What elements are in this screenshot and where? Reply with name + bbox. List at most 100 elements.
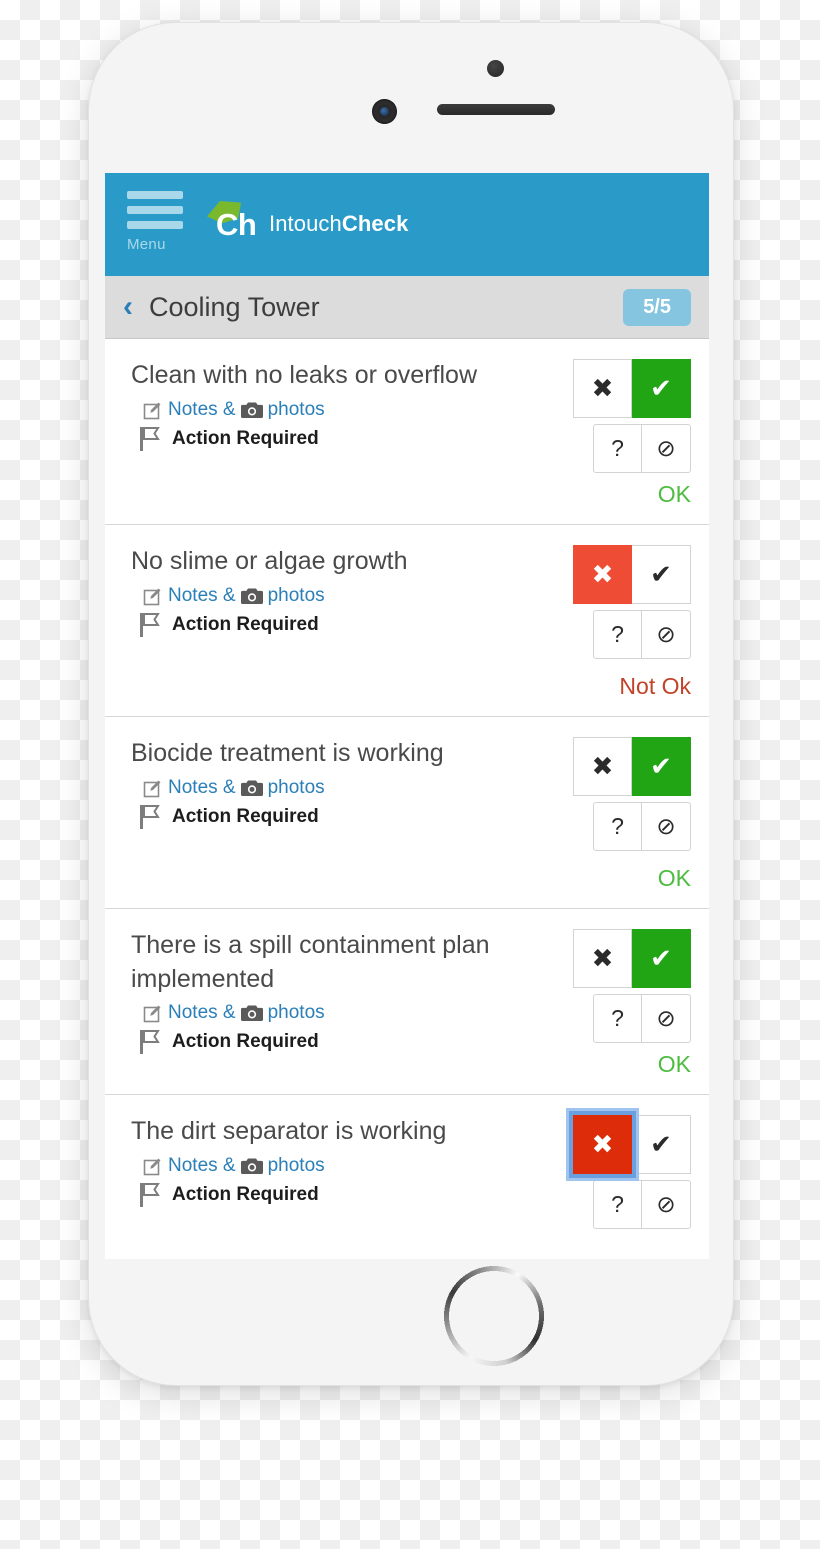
unsure-button[interactable]: ?	[593, 610, 642, 659]
fail-button[interactable]: ✖	[573, 545, 632, 604]
action-required-label: Action Required	[172, 1183, 319, 1205]
status-label: Not Ok	[619, 673, 691, 699]
pass-fail-button-group: ✖ ✔	[573, 1115, 691, 1174]
checklist-item-controls: ✖ ✔ ? ⊘ Not Ok	[543, 545, 691, 700]
flag-icon	[140, 612, 160, 637]
flag-icon	[140, 1182, 160, 1207]
fail-button[interactable]: ✖	[573, 737, 632, 796]
unsure-button[interactable]: ?	[593, 994, 642, 1043]
camera-icon	[240, 1158, 263, 1174]
checklist-question: No slime or algae growth	[131, 547, 408, 575]
unsure-na-button-group: ? ⊘	[593, 994, 691, 1043]
checklist-question: Biocide treatment is working	[131, 739, 444, 767]
status-label: OK	[657, 1051, 691, 1077]
notes-and-photos-link[interactable]: Notes & photos	[143, 585, 543, 607]
action-required-label: Action Required	[172, 805, 319, 827]
back-chevron-icon[interactable]: ‹	[123, 292, 133, 322]
checklist-item-controls: ✖ ✔ ? ⊘ OK	[543, 737, 691, 892]
hamburger-icon-bar	[127, 191, 183, 199]
checklist-question: There is a spill containment plan implem…	[131, 931, 490, 993]
photos-label: photos	[267, 398, 325, 420]
notes-label: Notes &	[168, 584, 236, 606]
action-required-label: Action Required	[172, 613, 319, 635]
action-required-row: Action Required	[139, 426, 543, 452]
brand-name: IntouchCheck	[269, 211, 408, 237]
pass-button[interactable]: ✔	[632, 737, 691, 796]
edit-note-icon	[143, 588, 161, 605]
brand-prefix: Intouch	[269, 211, 342, 236]
action-required-label: Action Required	[172, 1031, 319, 1052]
checklist-item-content: The dirt separator is working Notes & ph…	[131, 1115, 543, 1229]
checklist-item: Biocide treatment is working Notes & pho…	[105, 717, 709, 909]
brand-suffix: Check	[341, 211, 409, 236]
checklist-item-controls: ✖ ✔ ? ⊘ OK	[543, 929, 691, 1078]
checklist-item-content: No slime or algae growth Notes & photos	[131, 545, 543, 700]
section-header: ‹ Cooling Tower 5/5	[105, 276, 709, 339]
unsure-button[interactable]: ?	[593, 802, 642, 851]
edit-note-icon	[143, 780, 161, 797]
unsure-button[interactable]: ?	[593, 1180, 642, 1229]
notes-and-photos-link[interactable]: Notes & photos	[143, 1155, 543, 1177]
edit-note-icon	[143, 402, 161, 419]
checklist-question: Clean with no leaks or overflow	[131, 361, 477, 389]
logo-ch-text: Ch	[216, 207, 257, 242]
phone-device-frame: Menu Ch IntouchCheck ‹ Cooling Tower 5/5…	[88, 22, 734, 1386]
camera-icon	[240, 780, 263, 796]
checklist-item-content: There is a spill containment plan implem…	[131, 929, 543, 1078]
pass-fail-button-group: ✖ ✔	[573, 929, 691, 988]
brand-logo: Ch IntouchCheck	[207, 199, 408, 249]
phone-screen: Menu Ch IntouchCheck ‹ Cooling Tower 5/5…	[105, 173, 709, 1259]
hamburger-icon-bar	[127, 221, 183, 229]
action-required-row: Action Required	[139, 612, 543, 638]
status-label: OK	[657, 481, 691, 507]
pass-button[interactable]: ✔	[632, 929, 691, 988]
unsure-na-button-group: ? ⊘	[593, 424, 691, 473]
pass-fail-button-group: ✖ ✔	[573, 545, 691, 604]
flag-icon	[140, 804, 160, 829]
not-applicable-button[interactable]: ⊘	[642, 1180, 691, 1229]
not-applicable-button[interactable]: ⊘	[642, 424, 691, 473]
flag-icon	[140, 1030, 160, 1054]
pass-button[interactable]: ✔	[632, 1115, 691, 1174]
earpiece-speaker	[437, 104, 555, 115]
intouchcheck-logo-icon: Ch	[207, 199, 257, 249]
home-button[interactable]	[443, 1265, 545, 1367]
fail-button[interactable]: ✖	[573, 1115, 632, 1174]
checklist-item: No slime or algae growth Notes & photos	[105, 525, 709, 717]
not-applicable-button[interactable]: ⊘	[642, 994, 691, 1043]
not-applicable-button[interactable]: ⊘	[642, 610, 691, 659]
checklist-item-content: Biocide treatment is working Notes & pho…	[131, 737, 543, 892]
notes-and-photos-link[interactable]: Notes & photos	[143, 399, 543, 421]
camera-icon	[240, 588, 263, 604]
checklist-item-content: Clean with no leaks or overflow Notes & …	[131, 359, 543, 508]
notes-and-photos-link[interactable]: Notes & photos	[143, 1002, 543, 1024]
checklist-item: There is a spill containment plan implem…	[105, 909, 709, 1095]
photos-label: photos	[267, 776, 325, 798]
action-required-row: Action Required	[139, 1182, 543, 1208]
pass-button[interactable]: ✔	[632, 359, 691, 418]
unsure-na-button-group: ? ⊘	[593, 610, 691, 659]
checklist-item-controls: ✖ ✔ ? ⊘	[543, 1115, 691, 1229]
checklist-item-controls: ✖ ✔ ? ⊘ OK	[543, 359, 691, 508]
action-required-row: Action Required	[139, 1029, 543, 1055]
unsure-button[interactable]: ?	[593, 424, 642, 473]
notes-label: Notes &	[168, 398, 236, 420]
notes-label: Notes &	[168, 1154, 236, 1176]
pass-fail-button-group: ✖ ✔	[573, 737, 691, 796]
unsure-na-button-group: ? ⊘	[593, 802, 691, 851]
pass-button[interactable]: ✔	[632, 545, 691, 604]
menu-button[interactable]: Menu	[127, 191, 183, 253]
app-header: Menu Ch IntouchCheck	[105, 173, 709, 276]
notes-and-photos-link[interactable]: Notes & photos	[143, 777, 543, 799]
fail-button[interactable]: ✖	[573, 359, 632, 418]
edit-note-icon	[143, 1005, 161, 1023]
menu-label: Menu	[127, 236, 166, 253]
action-required-label: Action Required	[172, 427, 319, 449]
flag-icon	[140, 426, 160, 451]
not-applicable-button[interactable]: ⊘	[642, 802, 691, 851]
fail-button[interactable]: ✖	[573, 929, 632, 988]
progress-badge: 5/5	[623, 288, 691, 326]
checklist-item: The dirt separator is working Notes & ph…	[105, 1095, 709, 1245]
front-camera-icon	[372, 99, 397, 124]
camera-icon	[240, 402, 263, 418]
